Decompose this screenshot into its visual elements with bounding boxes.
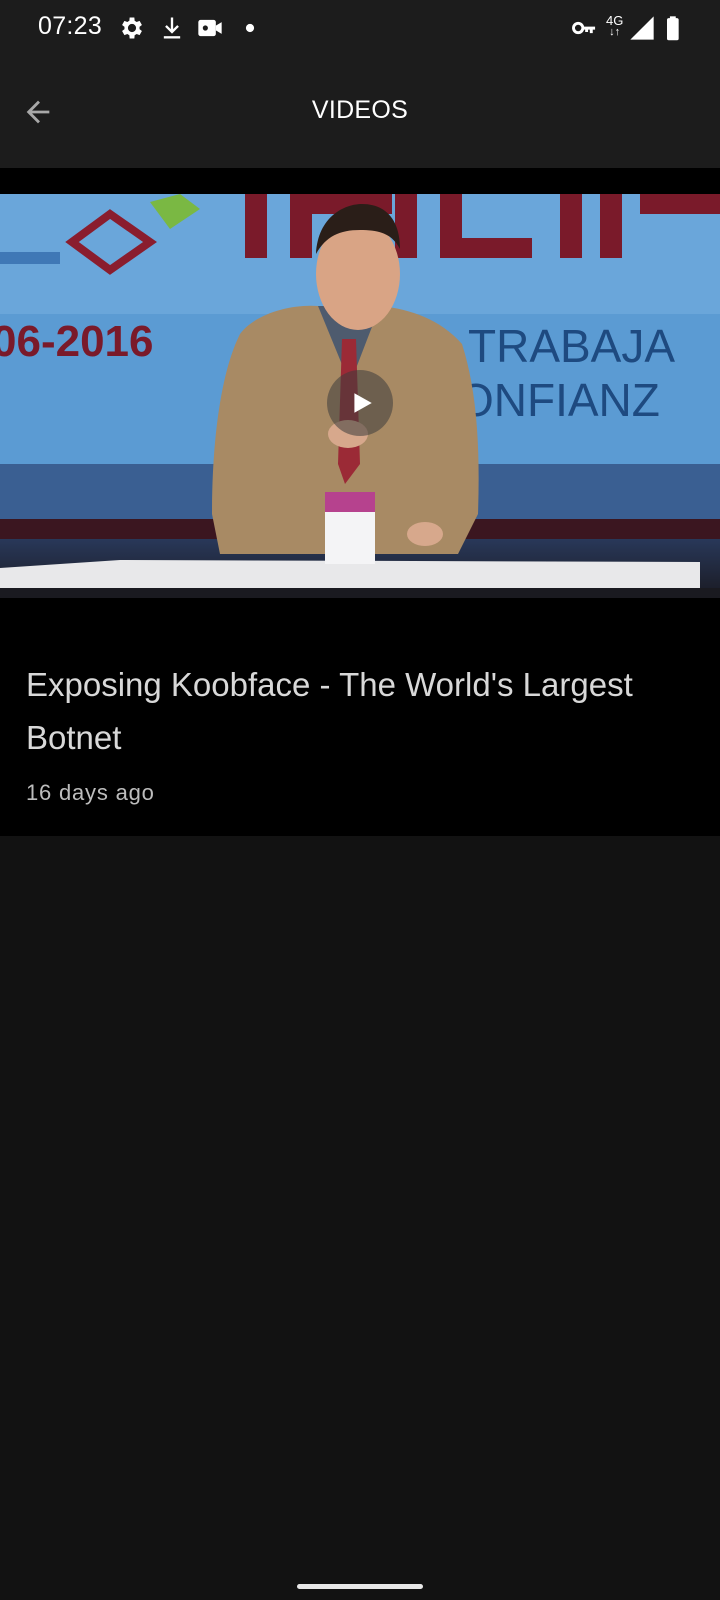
page-title: VIDEOS	[311, 96, 409, 124]
vpn-key-icon	[570, 14, 598, 42]
video-thumbnail[interactable]: 06-2016 TRABAJA ONFIANZ	[0, 194, 720, 598]
gesture-nav-handle[interactable]	[297, 1584, 423, 1589]
network-label: 4G ↓↑	[606, 13, 624, 38]
dot-icon	[236, 14, 264, 42]
banner-text-right-2: ONFIANZ	[458, 374, 660, 426]
status-time: 07:23	[38, 12, 103, 40]
battery-icon	[660, 14, 688, 42]
download-icon	[158, 14, 186, 42]
status-bar: 07:23 4G ↓↑	[0, 0, 720, 56]
settings-icon	[118, 14, 146, 42]
app-bar: VIDEOS	[0, 56, 720, 168]
play-icon	[354, 393, 372, 413]
video-title[interactable]: Exposing Koobface - The World's Largest …	[26, 658, 696, 764]
signal-icon	[628, 14, 656, 42]
play-button[interactable]	[327, 370, 393, 436]
video-card[interactable]: 06-2016 TRABAJA ONFIANZ Exposing Koobfac…	[0, 168, 720, 836]
video-camera-icon	[196, 14, 224, 42]
video-posted-time: 16 days ago	[26, 780, 155, 805]
banner-text-right-1: TRABAJA	[468, 320, 675, 372]
banner-text-left: 06-2016	[0, 317, 153, 366]
screen: 07:23 4G ↓↑ VIDEOS 06-2016 TRABAJA ONFIA…	[0, 0, 720, 1600]
